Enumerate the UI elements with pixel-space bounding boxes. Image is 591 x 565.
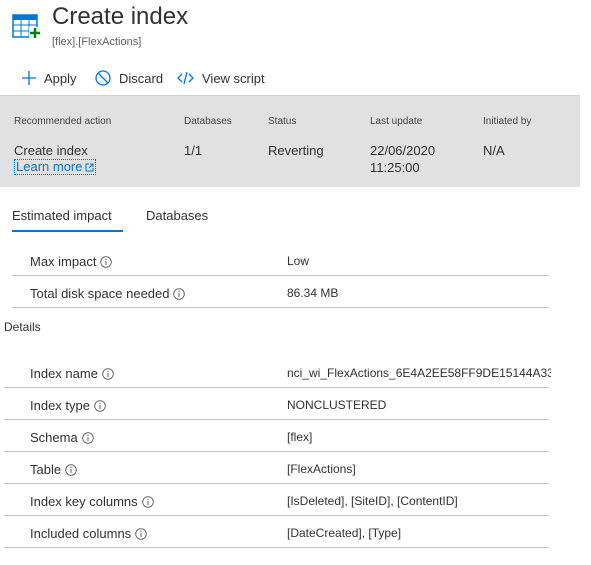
row-divider xyxy=(12,275,549,276)
row-divider xyxy=(4,387,549,388)
row-divider xyxy=(4,515,549,516)
table-add-icon xyxy=(12,12,42,40)
databases-value: 1/1 xyxy=(184,143,203,158)
info-icon[interactable] xyxy=(102,367,114,380)
apply-label: Apply xyxy=(44,70,77,86)
last-update-date: 22/06/2020 xyxy=(370,143,436,158)
included-columns-label: Included columns xyxy=(30,526,147,541)
row-divider xyxy=(12,307,549,308)
index-type-label: Index type xyxy=(30,398,106,413)
discard-label: Discard xyxy=(119,70,164,86)
view-script-label: View script xyxy=(202,70,265,86)
tab-estimated-impact[interactable]: Estimated impact xyxy=(12,208,112,223)
row-divider xyxy=(4,547,549,548)
schema-value: [flex] xyxy=(287,430,313,444)
col-header-databases: Databases xyxy=(184,116,232,127)
info-icon[interactable] xyxy=(173,287,186,300)
max-impact-label: Max impact xyxy=(30,254,113,269)
table-value: [FlexActions] xyxy=(287,462,356,476)
external-link-icon xyxy=(85,163,94,171)
apply-button[interactable]: Apply xyxy=(22,68,77,88)
last-update-time: 11:25:00 xyxy=(370,160,420,175)
page-title: Create index xyxy=(52,3,189,30)
view-script-button[interactable]: View script xyxy=(177,68,265,88)
plus-icon xyxy=(22,71,36,85)
cancel-circle-icon xyxy=(95,70,111,86)
info-icon[interactable] xyxy=(94,399,106,412)
code-icon xyxy=(177,71,194,85)
info-icon[interactable] xyxy=(100,255,113,268)
initiated-by-value: N/A xyxy=(483,143,505,158)
index-key-columns-value: [IsDeleted], [SiteID], [ContentID] xyxy=(287,494,458,508)
disk-space-label: Total disk space needed xyxy=(30,286,186,301)
recommendation-summary: Recommended action Databases Status Last… xyxy=(0,95,580,187)
row-divider xyxy=(4,451,549,452)
disk-space-value: 86.34 MB xyxy=(287,286,339,300)
schema-label: Schema xyxy=(30,430,94,445)
max-impact-value: Low xyxy=(287,254,310,268)
page-subtitle: [flex].[FlexActions] xyxy=(52,36,142,48)
col-header-status: Status xyxy=(268,116,297,127)
info-icon[interactable] xyxy=(81,431,94,444)
col-header-recommended-action: Recommended action xyxy=(14,116,112,127)
details-section-title: Details xyxy=(4,320,41,334)
info-icon[interactable] xyxy=(65,463,77,476)
info-icon[interactable] xyxy=(141,495,154,508)
learn-more-link[interactable]: Learn more xyxy=(14,159,97,175)
active-tab-indicator xyxy=(12,230,123,232)
index-type-value: NONCLUSTERED xyxy=(287,398,387,412)
row-divider xyxy=(4,483,549,484)
discard-button[interactable]: Discard xyxy=(95,68,163,88)
included-columns-value: [DateCreated], [Type] xyxy=(287,526,402,540)
status-value: Reverting xyxy=(268,143,324,158)
row-divider xyxy=(4,419,549,420)
col-header-last-update: Last update xyxy=(370,116,423,127)
index-key-columns-label: Index key columns xyxy=(30,494,154,509)
learn-more-label: Learn more xyxy=(16,159,83,174)
index-name-value: nci_wi_FlexActions_6E4A2EE58FF9DE15144A3… xyxy=(287,366,551,380)
info-icon[interactable] xyxy=(135,527,147,540)
col-header-initiated-by: Initiated by xyxy=(483,116,532,127)
tab-databases[interactable]: Databases xyxy=(146,208,208,223)
index-name-label: Index name xyxy=(30,366,114,381)
recommended-action-value: Create index xyxy=(14,143,88,158)
table-label: Table xyxy=(30,462,77,477)
